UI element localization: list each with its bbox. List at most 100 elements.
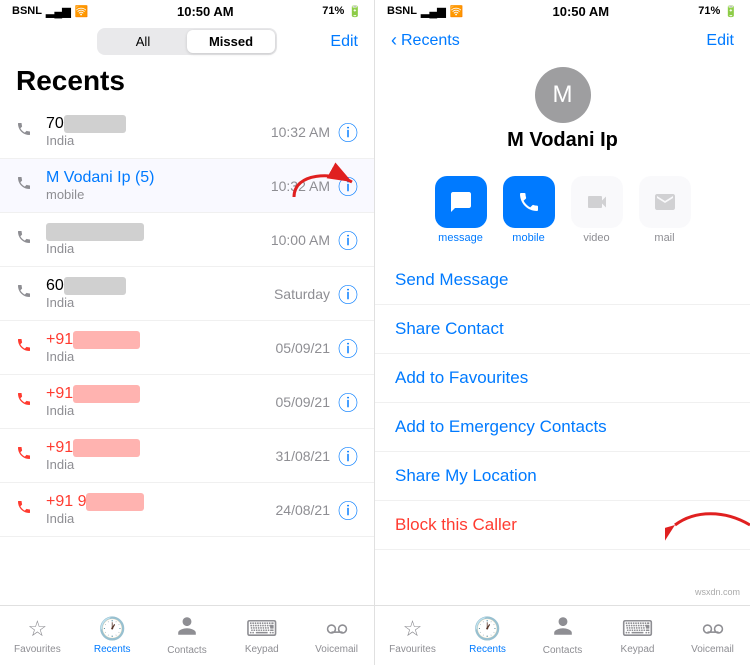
left-carrier: BSNL [12, 5, 42, 17]
tab-voicemail-label: Voicemail [315, 644, 358, 655]
call-list: 70 India 10:32 AM ⓘ M Vodani Ip (5) mobi… [0, 105, 374, 605]
left-time: 10:50 AM [177, 4, 234, 19]
mail-icon-circle [639, 176, 691, 228]
call-name: +91 9 [46, 493, 276, 511]
action-emergency-contacts[interactable]: Add to Emergency Contacts [375, 403, 750, 452]
call-info-vodani: M Vodani Ip (5) mobile [46, 169, 271, 202]
action-mail[interactable]: mail [639, 176, 691, 244]
call-time: 10:00 AM [271, 232, 330, 248]
contact-header: M M Vodani Ip [375, 59, 750, 164]
left-battery-pct: 71% [322, 5, 344, 17]
mobile-label: mobile [512, 232, 544, 244]
right-tab-favourites[interactable]: ☆ Favourites [375, 606, 450, 665]
recents-icon: 🕐 [98, 616, 125, 642]
action-list: Send Message Share Contact Add to Favour… [375, 256, 750, 605]
right-battery-icon: 🔋 [724, 5, 738, 18]
right-tab-favourites-label: Favourites [389, 644, 436, 655]
right-tab-voicemail-label: Voicemail [691, 644, 734, 655]
info-button[interactable]: ⓘ [338, 387, 358, 416]
phone-icon [16, 391, 36, 412]
left-battery-icon: 🔋 [348, 5, 362, 18]
right-tab-contacts[interactable]: Contacts [525, 606, 600, 665]
call-name [46, 223, 271, 241]
action-send-message[interactable]: Send Message [375, 256, 750, 305]
mobile-icon-circle [503, 176, 555, 228]
recents-nav: All Missed Edit [0, 22, 374, 61]
action-message[interactable]: message [435, 176, 487, 244]
back-button[interactable]: ‹ Recents [391, 30, 460, 51]
info-button[interactable]: ⓘ [338, 225, 358, 254]
keypad-icon: ⌨ [246, 616, 278, 642]
phone-icon [16, 229, 36, 250]
segment-all[interactable]: All [99, 30, 187, 53]
right-recents-icon: 🕐 [474, 616, 501, 642]
right-contacts-icon [552, 615, 574, 643]
tab-favourites-label: Favourites [14, 644, 61, 655]
phone-icon [16, 175, 36, 196]
action-share-location[interactable]: Share My Location [375, 452, 750, 501]
tab-contacts-label: Contacts [167, 645, 206, 656]
call-item: India 10:00 AM ⓘ [0, 213, 374, 267]
call-time: 05/09/21 [276, 394, 331, 410]
call-item-vodani: M Vodani Ip (5) mobile 10:32 AM ⓘ [0, 159, 374, 213]
call-time: 31/08/21 [276, 448, 331, 464]
tab-favourites[interactable]: ☆ Favourites [0, 606, 75, 665]
action-add-favourites[interactable]: Add to Favourites [375, 354, 750, 403]
voicemail-icon [326, 616, 348, 642]
right-tab-keypad-label: Keypad [621, 644, 655, 655]
call-item: +91 India 05/09/21 ⓘ [0, 321, 374, 375]
info-button[interactable]: ⓘ [338, 279, 358, 308]
action-mobile[interactable]: mobile [503, 176, 555, 244]
left-panel: BSNL ▂▄▆ 🛜 10:50 AM 71% 🔋 All Missed Edi… [0, 0, 375, 665]
red-arrow-right [665, 505, 750, 545]
right-tab-recents-label: Recents [469, 644, 506, 655]
call-info: India [46, 223, 271, 256]
contact-name: M Vodani Ip [507, 129, 618, 152]
segment-missed[interactable]: Missed [187, 30, 275, 53]
right-tab-recents[interactable]: 🕐 Recents [450, 606, 525, 665]
left-edit-button[interactable]: Edit [330, 33, 358, 51]
chevron-left-icon: ‹ [391, 30, 397, 51]
recents-title: Recents [0, 61, 374, 105]
action-block-caller[interactable]: Block this Caller [375, 501, 750, 550]
back-label: Recents [401, 32, 460, 50]
right-tab-bar: ☆ Favourites 🕐 Recents Contacts ⌨ Keypad [375, 605, 750, 665]
call-name: 60 [46, 277, 274, 295]
right-keypad-icon: ⌨ [622, 616, 654, 642]
call-time: Saturday [274, 286, 330, 302]
vodani-info-button[interactable]: ⓘ [338, 171, 358, 200]
call-info: +91 India [46, 439, 276, 472]
action-share-contact[interactable]: Share Contact [375, 305, 750, 354]
message-icon-circle [435, 176, 487, 228]
video-label: video [583, 232, 609, 244]
phone-icon [16, 337, 36, 358]
call-name: 70 [46, 115, 271, 133]
tab-recents[interactable]: 🕐 Recents [75, 606, 150, 665]
left-status-bar: BSNL ▂▄▆ 🛜 10:50 AM 71% 🔋 [0, 0, 374, 22]
call-info: +91 India [46, 331, 276, 364]
info-button[interactable]: ⓘ [338, 333, 358, 362]
tab-voicemail[interactable]: Voicemail [299, 606, 374, 665]
tab-keypad[interactable]: ⌨ Keypad [224, 606, 299, 665]
right-star-icon: ☆ [403, 616, 423, 642]
vodani-name: M Vodani Ip (5) [46, 169, 271, 187]
watermark: wsxdn.com [695, 587, 740, 597]
call-info: +91 9 India [46, 493, 276, 526]
call-item: +91 India 05/09/21 ⓘ [0, 375, 374, 429]
right-edit-button[interactable]: Edit [706, 32, 734, 50]
info-button[interactable]: ⓘ [338, 117, 358, 146]
right-wifi-icon: 🛜 [450, 5, 464, 18]
call-item: 60 India Saturday ⓘ [0, 267, 374, 321]
call-name: +91 [46, 439, 276, 457]
call-sub: India [46, 511, 276, 526]
right-tab-keypad[interactable]: ⌨ Keypad [600, 606, 675, 665]
right-carrier: BSNL [387, 5, 417, 17]
action-video[interactable]: video [571, 176, 623, 244]
info-button[interactable]: ⓘ [338, 495, 358, 524]
message-label: message [438, 232, 483, 244]
call-sub: India [46, 457, 276, 472]
call-time: 24/08/21 [276, 502, 331, 518]
info-button[interactable]: ⓘ [338, 441, 358, 470]
tab-contacts[interactable]: Contacts [150, 606, 225, 665]
right-tab-voicemail[interactable]: Voicemail [675, 606, 750, 665]
